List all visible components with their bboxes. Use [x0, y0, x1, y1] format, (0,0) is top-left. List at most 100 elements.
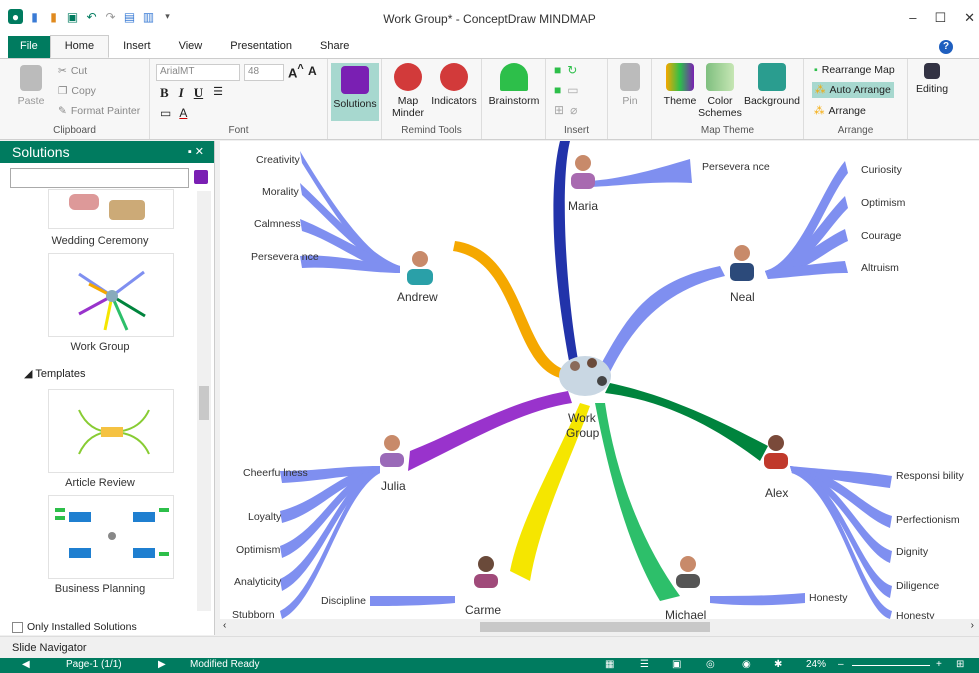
- mindmap-canvas[interactable]: Work Group Andrew Maria Neal Julia Alex …: [220, 141, 979, 619]
- auto-arrange-button[interactable]: ⁂ Auto Arrange: [812, 82, 894, 98]
- work-group-thumbnail[interactable]: [48, 253, 174, 337]
- format-painter-button[interactable]: ✎ Format Painter: [58, 105, 140, 117]
- fill-color-icon[interactable]: ▭: [160, 106, 171, 120]
- wedding-ceremony-thumbnail[interactable]: [48, 189, 174, 229]
- tab-presentation[interactable]: Presentation: [216, 36, 306, 58]
- brainstorm-button[interactable]: Brainstorm: [486, 63, 542, 107]
- scroll-left-icon[interactable]: ‹: [223, 620, 226, 631]
- leaf-julia-1[interactable]: Loyalty: [248, 511, 282, 523]
- paste-button[interactable]: Paste: [14, 65, 48, 107]
- leaf-neal-3[interactable]: Altruism: [861, 262, 899, 274]
- maximize-button[interactable]: ☐: [934, 10, 946, 26]
- leaf-julia-0[interactable]: Cheerfu lness: [243, 467, 308, 479]
- view-list-icon[interactable]: ☰: [640, 659, 649, 670]
- leaf-carme-0[interactable]: Discipline: [321, 595, 366, 607]
- branch-neal[interactable]: [600, 266, 725, 376]
- only-installed-checkbox[interactable]: Only Installed Solutions: [12, 621, 137, 633]
- zoom-slider[interactable]: [852, 665, 930, 666]
- branch-alex[interactable]: [605, 383, 768, 461]
- canvas-scrollbar-thumb[interactable]: [480, 622, 710, 632]
- align-icon[interactable]: ☰: [213, 85, 223, 101]
- tab-view[interactable]: View: [165, 36, 217, 58]
- solutions-button[interactable]: Solutions: [331, 63, 379, 121]
- canvas-horizontal-scrollbar[interactable]: ‹ ›: [220, 619, 979, 635]
- insert-topic-icon[interactable]: ■: [554, 63, 561, 77]
- tab-file[interactable]: File: [8, 36, 50, 58]
- leaf-neal-2[interactable]: Courage: [861, 230, 901, 242]
- node-maria[interactable]: Maria: [568, 155, 598, 213]
- map-minder-button[interactable]: Map Minder: [388, 63, 428, 119]
- indicators-button[interactable]: Indicators: [428, 63, 480, 107]
- leaf-michael-0[interactable]: Honesty: [809, 592, 848, 604]
- shrink-font-icon[interactable]: A: [308, 64, 317, 78]
- leaf-alex-4[interactable]: Honesty: [896, 610, 935, 619]
- leaf-andrew-2[interactable]: Calmness: [254, 218, 301, 230]
- attachment-icon[interactable]: ⌀: [570, 103, 577, 117]
- theme-button[interactable]: Theme: [660, 63, 700, 107]
- insert-relation-icon[interactable]: ↻: [567, 63, 577, 77]
- leaf-julia-4[interactable]: Stubborn: [232, 609, 275, 619]
- color-schemes-button[interactable]: Color Schemes: [698, 63, 742, 119]
- node-alex[interactable]: Alex: [764, 435, 788, 500]
- leaf-andrew-1[interactable]: Morality: [262, 186, 300, 198]
- slide-navigator-bar[interactable]: Slide Navigator: [0, 636, 979, 658]
- scroll-right-icon[interactable]: ›: [971, 620, 974, 631]
- view-outline-icon[interactable]: ▦: [605, 659, 614, 670]
- insert-image-icon[interactable]: ⊞: [554, 103, 564, 117]
- leaf-andrew-3[interactable]: Persevera nce: [251, 251, 319, 263]
- leaf-julia-3[interactable]: Analyticity: [234, 576, 282, 588]
- leaf-alex-3[interactable]: Diligence: [896, 580, 939, 592]
- leaf-alex-2[interactable]: Dignity: [896, 546, 929, 558]
- rearrange-map-button[interactable]: ▪ Rearrange Map: [814, 64, 895, 76]
- leaf-maria-0[interactable]: Persevera nce: [702, 161, 770, 173]
- background-button[interactable]: Background: [742, 63, 802, 107]
- node-neal[interactable]: Neal: [730, 245, 755, 304]
- node-carme[interactable]: Carme: [465, 556, 501, 617]
- font-size-select[interactable]: 48: [244, 64, 284, 81]
- solutions-search-input[interactable]: [10, 168, 189, 188]
- close-button[interactable]: ✕: [964, 10, 975, 26]
- templates-header[interactable]: ◢ Templates: [24, 367, 85, 380]
- view-target-icon[interactable]: ◎: [706, 659, 715, 670]
- prev-page-icon[interactable]: ◀: [22, 659, 30, 670]
- view-settings-icon[interactable]: ✱: [774, 659, 782, 670]
- zoom-out-icon[interactable]: –: [838, 659, 844, 670]
- cut-button[interactable]: ✂ Cut: [58, 65, 87, 77]
- copy-button[interactable]: ❐ Copy: [58, 85, 96, 97]
- solutions-search-icon[interactable]: [194, 170, 208, 184]
- view-map-icon[interactable]: ▣: [672, 659, 681, 670]
- fit-page-icon[interactable]: ⊞: [956, 659, 964, 670]
- leaf-alex-1[interactable]: Perfectionism: [896, 514, 960, 526]
- minimize-button[interactable]: –: [909, 10, 916, 26]
- pin-button[interactable]: Pin: [614, 63, 646, 107]
- leaf-alex-0[interactable]: Responsi bility: [896, 470, 964, 482]
- solutions-scrollbar-thumb[interactable]: [199, 386, 209, 420]
- branch-julia[interactable]: [408, 391, 572, 471]
- font-color-icon[interactable]: A: [179, 106, 187, 120]
- grow-font-icon[interactable]: A^: [288, 63, 304, 80]
- zoom-in-icon[interactable]: +: [936, 659, 942, 670]
- article-review-thumbnail[interactable]: [48, 389, 174, 473]
- tab-share[interactable]: Share: [306, 36, 363, 58]
- help-icon[interactable]: ?: [939, 40, 953, 54]
- arrange-button[interactable]: ⁂ Arrange: [814, 105, 866, 117]
- tab-insert[interactable]: Insert: [109, 36, 165, 58]
- font-family-select[interactable]: ArialMT: [156, 64, 240, 81]
- branch-michael[interactable]: [595, 403, 680, 601]
- panel-pin-close-icon[interactable]: ▪ ✕: [188, 141, 204, 163]
- insert-note-icon[interactable]: ▭: [567, 83, 578, 97]
- tab-home[interactable]: Home: [49, 35, 110, 58]
- view-presentation-icon[interactable]: ◉: [742, 659, 751, 670]
- leaf-neal-0[interactable]: Curiosity: [861, 164, 903, 176]
- business-planning-thumbnail[interactable]: [48, 495, 174, 579]
- underline-button[interactable]: U: [194, 85, 203, 101]
- leaf-julia-2[interactable]: Optimism: [236, 544, 281, 556]
- bold-button[interactable]: B: [160, 85, 169, 101]
- node-andrew[interactable]: Andrew: [397, 251, 438, 304]
- node-julia[interactable]: Julia: [380, 435, 406, 493]
- editing-button[interactable]: Editing: [912, 63, 952, 95]
- insert-subtopic-icon[interactable]: ■: [554, 83, 561, 97]
- leaf-andrew-0[interactable]: Creativity: [256, 154, 301, 166]
- leaf-neal-1[interactable]: Optimism: [861, 197, 906, 209]
- italic-button[interactable]: I: [179, 85, 184, 101]
